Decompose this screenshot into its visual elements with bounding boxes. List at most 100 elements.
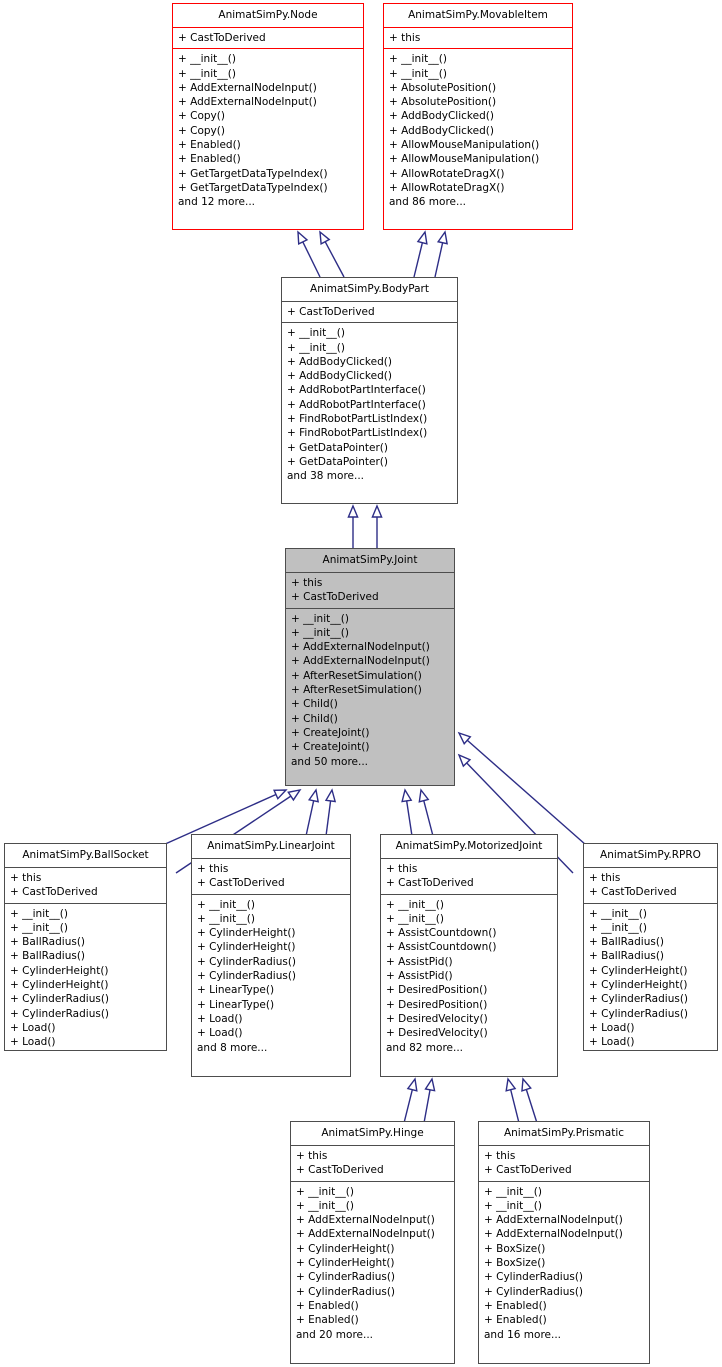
class-attribute: + CastToDerived	[10, 886, 98, 899]
class-operation: + __init__()	[389, 53, 447, 66]
class-attribute: + this	[386, 863, 418, 875]
class-operations-node: + __init__() + __init__() + AddExternalNod…	[173, 49, 363, 212]
uml-class-bodypart[interactable]: AnimatSimPy.BodyPart + CastToDerived + __i…	[281, 277, 458, 504]
class-operation: + Enabled()	[178, 153, 241, 166]
class-operation: + BallRadius()	[10, 950, 86, 963]
class-attribute: + this	[296, 1150, 328, 1162]
inheritance-edge-line	[305, 800, 315, 837]
class-operations-ballsocket: + __init__() + __init__() + BallRadius() + …	[5, 904, 166, 1053]
class-operation: + Enabled()	[484, 1314, 547, 1327]
class-operation: + CylinderHeight()	[589, 979, 688, 992]
class-attribute: + CastToDerived	[386, 877, 474, 890]
uml-class-ballsocket[interactable]: AnimatSimPy.BallSocket + this + CastToDeri…	[4, 843, 167, 1051]
class-operation: + AddExternalNodeInput()	[296, 1214, 435, 1227]
class-operation: + AllowMouseManipulation()	[389, 139, 540, 152]
inheritance-arrowhead	[406, 1077, 418, 1092]
class-operation: + CylinderRadius()	[484, 1271, 584, 1284]
uml-class-rpro[interactable]: AnimatSimPy.RPRO + this + CastToDerived + _…	[583, 843, 718, 1051]
class-operation: + AddBodyClicked()	[287, 355, 392, 368]
class-attributes-hinge: + this + CastToDerived	[291, 1146, 454, 1181]
inheritance-arrowhead	[347, 504, 359, 518]
class-operation: + FindRobotPartListIndex()	[287, 427, 428, 440]
class-operation: + __init__()	[287, 327, 345, 340]
class-operation: + AddRobotPartInterface()	[287, 398, 426, 411]
class-operations-bodypart: + __init__() + __init__() + AddBodyClicked…	[282, 323, 457, 486]
class-title-hinge: AnimatSimPy.Hinge	[321, 1127, 424, 1139]
class-operation: + __init__()	[386, 898, 444, 911]
inheritance-arrowhead	[505, 1077, 517, 1092]
class-operation: + LinearType()	[197, 998, 275, 1011]
uml-class-linearjoint[interactable]: AnimatSimPy.LinearJoint + this + CastToDer…	[191, 834, 351, 1077]
inheritance-arrowhead	[457, 753, 472, 768]
class-operation: + __init__()	[197, 912, 255, 925]
class-operation: + AssistPid()	[386, 955, 453, 968]
inheritance-edge-line	[325, 800, 332, 837]
class-operation: + CylinderHeight()	[197, 927, 296, 940]
uml-class-prismatic[interactable]: AnimatSimPy.Prismatic + this + CastToDeriv…	[478, 1121, 650, 1364]
inheritance-edge-line	[302, 241, 321, 278]
class-operation: + DesiredVelocity()	[386, 1027, 488, 1040]
class-operation: + DesiredPosition()	[386, 984, 488, 997]
class-attribute: + this	[291, 577, 323, 589]
inheritance-arrowhead	[521, 1077, 532, 1092]
inheritance-arrowhead	[273, 789, 288, 800]
class-operation: + CylinderHeight()	[10, 964, 109, 977]
inheritance-arrowhead	[457, 731, 472, 745]
class-operations-movableitem: + __init__() + __init__() + AbsolutePositi…	[384, 49, 572, 212]
class-operation: + __init__()	[178, 53, 236, 66]
inheritance-arrowhead	[424, 1077, 436, 1092]
class-operation: + AddExternalNodeInput()	[296, 1228, 435, 1241]
class-operation: + AbsolutePosition()	[389, 96, 497, 109]
class-operation: + BoxSize()	[484, 1242, 546, 1255]
class-operation: + GetDataPointer()	[287, 441, 388, 454]
inheritance-edge-line	[403, 1089, 414, 1124]
class-more-label: and 20 more...	[296, 1328, 374, 1341]
class-attributes-linearjoint: + this + CastToDerived	[192, 859, 350, 894]
inheritance-edge-line	[434, 242, 444, 278]
class-operation: + __init__()	[178, 67, 236, 80]
uml-class-hinge[interactable]: AnimatSimPy.Hinge + this + CastToDerived + …	[290, 1121, 455, 1364]
class-attribute: + this	[389, 32, 421, 44]
class-operation: + CylinderRadius()	[296, 1271, 396, 1284]
class-operation: + BallRadius()	[10, 936, 86, 949]
class-operations-motorizedjoint: + __init__() + __init__() + AssistCountdow…	[381, 895, 557, 1058]
class-operation: + Load()	[589, 1021, 635, 1034]
class-operation: + __init__()	[484, 1199, 542, 1212]
uml-class-motorizedjoint[interactable]: AnimatSimPy.MotorizedJoint + this + CastTo…	[380, 834, 558, 1077]
class-title-node: AnimatSimPy.Node	[218, 9, 318, 21]
class-operations-prismatic: + __init__() + __init__() + AddExternalNod…	[479, 1182, 649, 1345]
class-operation: + AddBodyClicked()	[389, 110, 494, 123]
class-operation: + GetDataPointer()	[287, 455, 388, 468]
class-more-label: and 12 more...	[178, 196, 256, 209]
class-operation: + AddExternalNodeInput()	[291, 655, 430, 668]
class-operation: + LinearType()	[197, 984, 275, 997]
class-operation: + Load()	[10, 1036, 56, 1049]
class-operation: + Load()	[589, 1036, 635, 1049]
uml-class-diagram: AnimatSimPy.Node + CastToDerived + __init_…	[0, 0, 722, 1367]
inheritance-edge-line	[324, 241, 345, 278]
class-attribute: + this	[589, 872, 621, 884]
class-operation: + DesiredPosition()	[386, 998, 488, 1011]
class-attribute: + CastToDerived	[291, 591, 379, 604]
class-operation: + __init__()	[589, 921, 647, 934]
uml-class-joint[interactable]: AnimatSimPy.Joint + this + CastToDerived + …	[285, 548, 455, 786]
inheritance-edge-line	[466, 739, 587, 846]
class-operation: + AssistPid()	[386, 970, 453, 983]
class-operation: + __init__()	[197, 898, 255, 911]
class-operation: + __init__()	[296, 1185, 354, 1198]
class-attributes-ballsocket: + this + CastToDerived	[5, 868, 166, 903]
class-operation: + GetTargetDataTypeIndex()	[178, 181, 328, 194]
class-operation: + AddBodyClicked()	[389, 124, 494, 137]
inheritance-arrowhead	[297, 230, 309, 245]
class-operation: + AfterResetSimulation()	[291, 669, 422, 682]
class-title-prismatic: AnimatSimPy.Prismatic	[503, 1127, 625, 1139]
uml-class-movableitem[interactable]: AnimatSimPy.MovableItem + this + __init__(…	[383, 3, 573, 230]
class-more-label: and 50 more...	[291, 755, 369, 768]
class-operation: + CylinderHeight()	[589, 964, 688, 977]
class-operation: + DesiredVelocity()	[386, 1012, 488, 1025]
class-more-label: and 82 more...	[386, 1041, 464, 1054]
inheritance-arrowhead	[418, 788, 430, 803]
uml-class-node[interactable]: AnimatSimPy.Node + CastToDerived + __init_…	[172, 3, 364, 230]
class-attribute: + CastToDerived	[287, 306, 375, 318]
class-operation: + AddRobotPartInterface()	[287, 384, 426, 397]
